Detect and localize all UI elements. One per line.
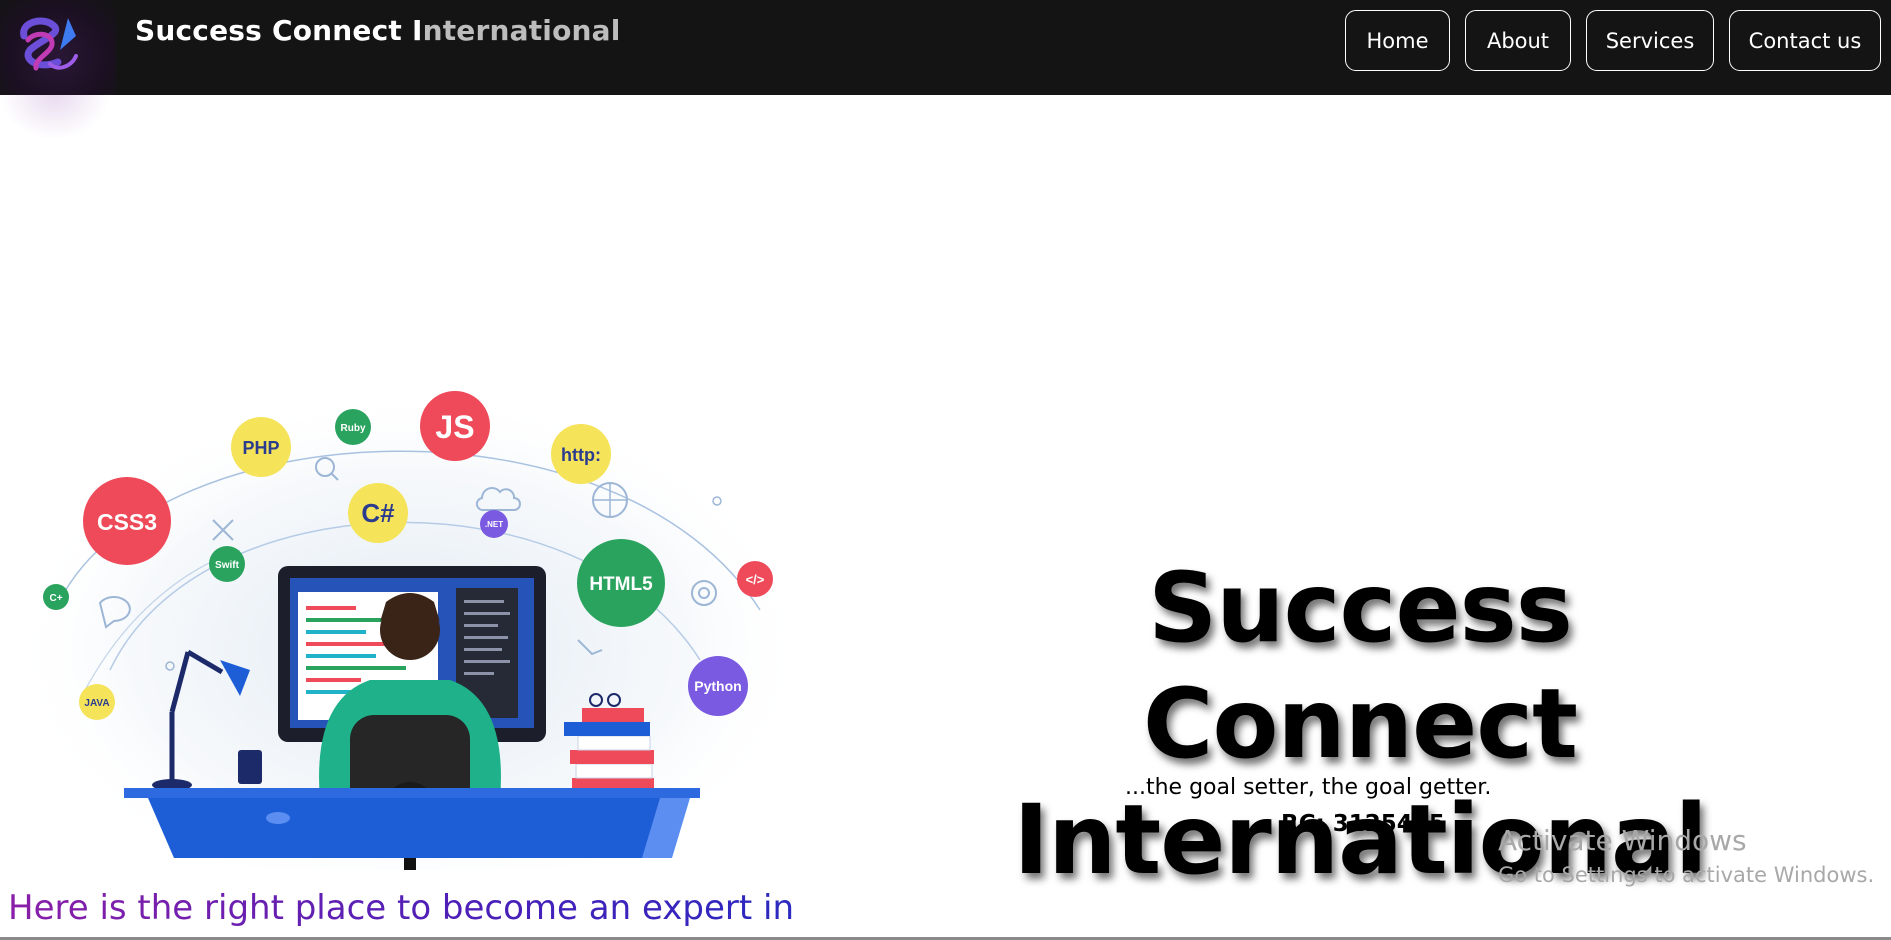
cplus-bubble: C+ bbox=[43, 584, 69, 610]
swift-label: Swift bbox=[215, 560, 240, 571]
js-label: JS bbox=[435, 409, 474, 445]
activation-title: Activate Windows bbox=[1498, 824, 1747, 857]
css3-label: CSS3 bbox=[97, 509, 157, 535]
nav-contact-button[interactable]: Contact us bbox=[1729, 10, 1881, 71]
java-bubble: JAVA bbox=[79, 684, 115, 720]
php-label: PHP bbox=[242, 438, 279, 458]
brand-title-fade: nternational bbox=[422, 14, 621, 47]
hero-title-line1: Success Connect bbox=[1143, 552, 1578, 780]
nav-home-button[interactable]: Home bbox=[1345, 10, 1450, 71]
html5-label: HTML5 bbox=[589, 574, 653, 595]
rc-number: RC: 3125405 bbox=[1281, 811, 1445, 837]
ruby-bubble: Ruby bbox=[335, 409, 371, 445]
html5-bubble: HTML5 bbox=[577, 539, 665, 627]
http-label: http: bbox=[561, 445, 601, 465]
logo[interactable] bbox=[0, 0, 116, 95]
top-navbar: Success Connect International Home About… bbox=[0, 0, 1891, 95]
nav-services-button[interactable]: Services bbox=[1586, 10, 1714, 71]
logo-icon bbox=[20, 17, 78, 71]
php-bubble: PHP bbox=[231, 417, 291, 477]
js-bubble: JS bbox=[420, 391, 490, 461]
css3-bubble: CSS3 bbox=[83, 477, 171, 565]
intro-text: Here is the right place to become an exp… bbox=[8, 886, 808, 940]
cplus-label: C+ bbox=[49, 593, 62, 604]
dotnet-label: .NET bbox=[485, 520, 503, 529]
swift-bubble: Swift bbox=[209, 546, 245, 582]
hero-tagline: ...the goal setter, the goal getter. bbox=[1125, 775, 1492, 800]
java-label: JAVA bbox=[84, 698, 109, 709]
activation-subtitle: Go to Settings to activate Windows. bbox=[1498, 863, 1875, 887]
csharp-bubble: C# bbox=[348, 483, 408, 543]
code-bubble: </> bbox=[737, 561, 773, 597]
hero-illustration: CSS3 PHP Ruby JS http: C# .NET Swift HTM… bbox=[10, 390, 810, 870]
brand-title-main: Success Connect I bbox=[135, 14, 423, 47]
brand-title[interactable]: Success Connect International bbox=[135, 14, 621, 47]
logo-glow bbox=[0, 95, 110, 140]
nav-about-button[interactable]: About bbox=[1465, 10, 1571, 71]
desk-illustration bbox=[124, 788, 700, 858]
dotnet-bubble: .NET bbox=[480, 510, 508, 538]
ruby-label: Ruby bbox=[341, 423, 366, 434]
csharp-label: C# bbox=[361, 498, 395, 528]
python-bubble: Python bbox=[688, 656, 748, 716]
python-label: Python bbox=[694, 678, 741, 694]
http-bubble: http: bbox=[551, 424, 611, 484]
pencil-cup-illustration bbox=[238, 750, 262, 784]
code-label: </> bbox=[746, 572, 765, 587]
windows-activation-overlay: Activate Windows Go to Settings to activ… bbox=[1498, 824, 1874, 887]
